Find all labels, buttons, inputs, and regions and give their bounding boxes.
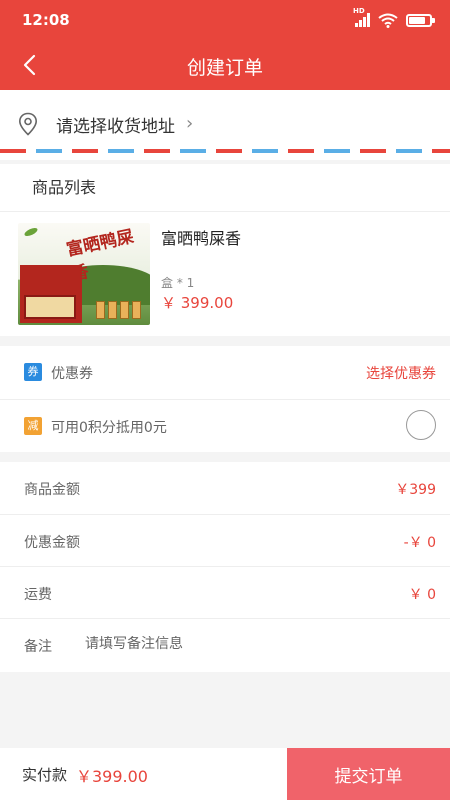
- address-placeholder: 请选择收货地址: [56, 117, 175, 137]
- remark-row: 备注: [0, 618, 450, 670]
- discount-amount-row: 优惠金额 -￥ 0: [0, 514, 450, 566]
- total-label: 实付款: [22, 766, 68, 784]
- product-price: ￥ 399.00: [161, 294, 234, 312]
- location-pin-icon: [18, 112, 38, 136]
- status-time: 12:08: [22, 11, 70, 29]
- discount-amount-label: 优惠金额: [24, 535, 80, 551]
- shipping-value: ￥ 0: [408, 587, 436, 603]
- status-bar: 12:08 HD: [0, 0, 450, 40]
- points-tag-icon: 减: [24, 417, 42, 435]
- wifi-icon: [378, 13, 398, 28]
- discount-amount-value: -￥ 0: [403, 535, 436, 551]
- remark-label: 备注: [24, 639, 52, 655]
- chevron-right-icon: ›: [186, 113, 194, 134]
- select-coupon-link[interactable]: 选择优惠券: [366, 363, 436, 383]
- page-title: 创建订单: [186, 57, 263, 79]
- goods-section: 商品列表 富晒鸭屎香 富晒鸭屎香 盒 * 1 ￥ 399.00: [0, 164, 450, 336]
- nav-bar: 创建订单: [0, 40, 450, 90]
- checkout-bar: 实付款 ￥399.00 提交订单: [0, 748, 450, 800]
- coupon-tag-icon: 券: [24, 363, 42, 381]
- discount-section: 券 优惠券 选择优惠券 减 可用0积分抵用0元: [0, 346, 450, 452]
- goods-amount-value: ￥399: [395, 482, 436, 498]
- product-quantity: 盒 * 1: [161, 276, 195, 290]
- points-label: 可用0积分抵用0元: [51, 420, 167, 436]
- points-row: 减 可用0积分抵用0元: [0, 399, 450, 452]
- product-image[interactable]: 富晒鸭屎香: [18, 223, 150, 325]
- coupon-label: 优惠券: [51, 366, 93, 382]
- remark-input[interactable]: [85, 636, 385, 652]
- goods-section-title: 商品列表: [0, 164, 450, 212]
- goods-amount-row: 商品金额 ￥399: [0, 462, 450, 514]
- submit-order-button[interactable]: 提交订单: [287, 748, 450, 800]
- signal-icon: HD: [353, 7, 370, 27]
- goods-amount-label: 商品金额: [24, 482, 80, 498]
- total-amount: ￥399.00: [76, 767, 148, 786]
- shipping-row: 运费 ￥ 0: [0, 566, 450, 618]
- coupon-row[interactable]: 券 优惠券 选择优惠券: [0, 346, 450, 399]
- hd-badge: HD: [353, 7, 365, 15]
- points-radio[interactable]: [406, 410, 436, 440]
- battery-icon: [406, 13, 435, 27]
- product-name: 富晒鸭屎香: [161, 229, 242, 248]
- order-summary: 商品金额 ￥399 优惠金额 -￥ 0 运费 ￥ 0 备注: [0, 462, 450, 672]
- shipping-label: 运费: [24, 587, 52, 603]
- envelope-stripe: [0, 149, 450, 153]
- system-icons: HD: [353, 7, 435, 30]
